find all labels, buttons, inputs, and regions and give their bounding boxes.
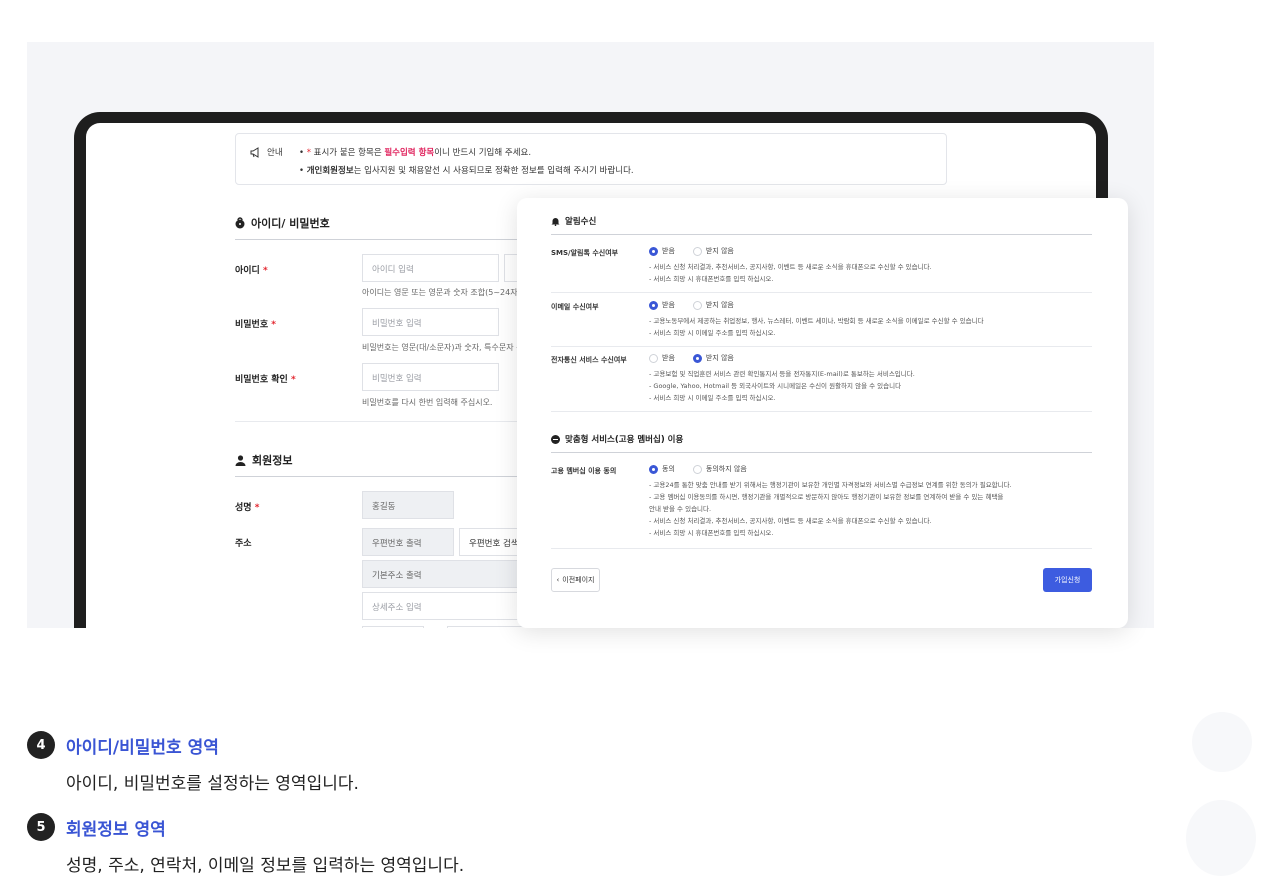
- email-note-1: - 고용노동부에서 제공하는 취업정보, 행사, 뉴스레터, 이벤트 세미나, …: [649, 317, 984, 325]
- membership-label: 고용 멤버십 이용 동의: [551, 467, 617, 475]
- sms-yes-radio[interactable]: [649, 246, 658, 256]
- password-input[interactable]: 비밀번호 입력: [362, 308, 499, 336]
- name-label: 성명 *: [235, 503, 260, 513]
- membership-note-4: - 서비스 신청 처리결과, 추천서비스, 공지사항, 이벤트 등 새로운 소식…: [649, 517, 932, 525]
- id-help-text: 아이디는 영문 또는 영문과 숫자 조합(5~24자)로 입: [362, 288, 538, 297]
- sms-label: SMS/알림톡 수신여부: [551, 249, 619, 257]
- sms-radio-group: 받음 받지 않음: [649, 246, 734, 256]
- account-section-title: 아이디/ 비밀번호: [235, 215, 330, 231]
- email-no-radio[interactable]: [692, 300, 702, 310]
- account-area-description: 아이디, 비밀번호를 설정하는 영역입니다.: [66, 774, 359, 794]
- alert-section-title: 알림수신: [551, 215, 596, 227]
- membership-radio-group: 동의 동의하지 않음: [649, 464, 747, 474]
- membership-note-2: - 고용 멤버십 이용동의를 하시면, 행정기관을 개별적으로 방문하지 않아도…: [649, 493, 1004, 501]
- decorative-shape: [1186, 800, 1256, 876]
- row-divider: [551, 292, 1092, 293]
- notice-box: 안내 • * 표시가 붙은 항목은 필수입력 항목이니 반드시 기입해 주세요.…: [235, 133, 947, 185]
- name-field: 홍길동: [362, 491, 454, 519]
- email-radio-group: 받음 받지 않음: [649, 300, 734, 310]
- id-label: 아이디 *: [235, 266, 268, 276]
- zipcode-field: 우편번호 출력: [362, 528, 454, 556]
- email-label: 이메일 수신여부: [551, 303, 599, 311]
- section-divider: [235, 421, 525, 422]
- edoc-yes-radio[interactable]: [649, 353, 658, 363]
- id-input[interactable]: 아이디 입력: [362, 254, 499, 282]
- password-help-text: 비밀번호는 영문(대/소문자)과 숫자, 특수문자 중 3: [362, 343, 532, 352]
- sms-note-2: - 서비스 희망 시 휴대폰번호를 입력 하십시오.: [649, 275, 774, 283]
- address-label: 주소: [235, 539, 252, 549]
- basic-address-field: 기본주소 출력: [362, 560, 532, 588]
- email-yes-radio[interactable]: [649, 300, 658, 310]
- join-submit-button[interactable]: 가입신청: [1043, 568, 1092, 592]
- membership-note-1: - 고용24를 통한 맞춤 안내를 받기 위해서는 행정기관이 보유한 개인별 …: [649, 481, 1012, 489]
- membership-note-5: - 서비스 희망 시 휴대폰번호를 입력 하십시오.: [649, 529, 774, 537]
- alert-section-divider: [551, 234, 1092, 235]
- chevron-left-icon: ‹: [556, 576, 560, 584]
- account-section-divider: [235, 239, 525, 240]
- row-divider: [551, 548, 1092, 549]
- detail-address-input[interactable]: 상세주소 입력: [362, 592, 532, 620]
- notice-line-required: • * 표시가 붙은 항목은 필수입력 항목이니 반드시 기입해 주세요.: [299, 148, 532, 158]
- step-number-badge: 5: [27, 813, 55, 841]
- membership-note-3: 안내 받을 수 있습니다.: [649, 505, 712, 513]
- sms-no-radio[interactable]: [692, 246, 702, 256]
- next-field-partial-2[interactable]: [447, 626, 527, 628]
- member-area-description: 성명, 주소, 연락처, 이메일 정보를 입력하는 영역입니다.: [66, 856, 465, 876]
- row-divider: [551, 411, 1092, 412]
- member-area-title: 회원정보 영역: [66, 820, 166, 840]
- member-section-title: 회원정보: [235, 452, 292, 468]
- previous-page-button[interactable]: ‹ 이전페이지: [551, 568, 600, 592]
- membership-disagree-radio[interactable]: [692, 464, 702, 474]
- password-label: 비밀번호 *: [235, 320, 276, 330]
- minus-circle-icon: [551, 434, 560, 444]
- person-icon: [235, 454, 246, 466]
- password-confirm-help-text: 비밀번호를 다시 한번 입력해 주십시오.: [362, 398, 493, 407]
- password-confirm-input[interactable]: 비밀번호 입력: [362, 363, 499, 391]
- step-number-badge: 4: [27, 731, 55, 759]
- email-note-2: - 서비스 희망 시 이메일 주소를 입력 하십시오.: [649, 329, 776, 337]
- membership-agree-radio[interactable]: [649, 464, 658, 474]
- member-section-divider: [235, 476, 525, 477]
- row-divider: [551, 346, 1092, 347]
- custom-section-divider: [551, 452, 1092, 453]
- edoc-no-radio[interactable]: [692, 353, 702, 363]
- custom-service-title: 맞춤형 서비스(고용 멤버십) 이용: [551, 433, 683, 445]
- bell-icon: [551, 217, 560, 226]
- decorative-shape: [1192, 712, 1252, 772]
- sms-note-1: - 서비스 신청 처리결과, 추천서비스, 공지사항, 이벤트 등 새로운 소식…: [649, 263, 932, 271]
- edoc-note-2: - Google, Yahoo, Hotmail 등 외국사이트와 시니메일은 …: [649, 382, 902, 390]
- edoc-radio-group: 받음 받지 않음: [649, 353, 734, 363]
- notice-line-privacy: • 개인회원정보는 입사지원 및 채용알선 시 사용되므로 정확한 정보를 입력…: [299, 166, 634, 176]
- password-confirm-label: 비밀번호 확인 *: [235, 375, 296, 385]
- notice-label: 안내: [250, 146, 283, 158]
- lock-icon: [235, 217, 245, 229]
- notification-settings-card: 알림수신 SMS/알림톡 수신여부 받음 받지 않음 - 서비스 신청 처리결과…: [517, 198, 1128, 628]
- next-field-partial[interactable]: [362, 626, 424, 628]
- megaphone-icon: [250, 146, 259, 158]
- edoc-note-1: - 고용보험 및 직업훈련 서비스 관련 확인통지서 등을 전자통지(E-mai…: [649, 370, 915, 378]
- edoc-note-3: - 서비스 희망 시 이메일 주소를 입력 하십시오.: [649, 394, 776, 402]
- edoc-label: 전자통신 서비스 수신여부: [551, 356, 627, 364]
- account-area-title: 아이디/비밀번호 영역: [66, 738, 219, 758]
